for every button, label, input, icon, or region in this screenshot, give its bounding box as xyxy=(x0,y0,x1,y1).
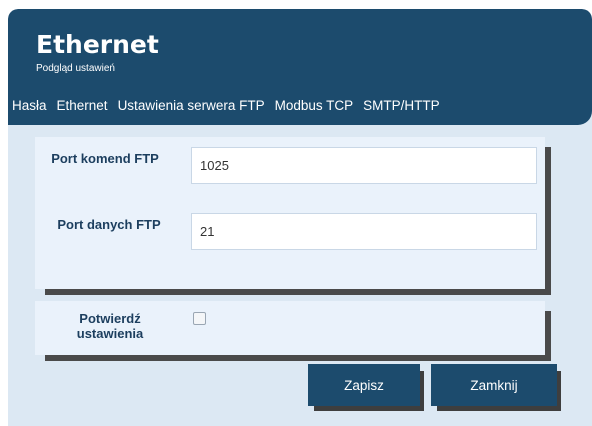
command-port-label: Port komend FTP xyxy=(51,151,159,166)
close-button[interactable]: Zamknij xyxy=(431,364,557,406)
tab-smtp-http[interactable]: SMTP/HTTP xyxy=(363,98,440,113)
save-button[interactable]: Zapisz xyxy=(308,364,420,406)
page-subtitle: Podgląd ustawień xyxy=(36,63,115,74)
confirm-card: Potwierdź ustawienia xyxy=(35,301,545,355)
confirm-label-line2: ustawienia xyxy=(76,326,144,341)
command-port-input[interactable] xyxy=(191,147,537,184)
data-port-label: Port danych FTP xyxy=(57,217,161,232)
settings-panel: Ethernet Podgląd ustawień Hasła Ethernet… xyxy=(8,9,592,426)
ftp-ports-card: Port komend FTP Port danych FTP xyxy=(35,137,545,289)
tab-bar: Hasła Ethernet Ustawienia serwera FTP Mo… xyxy=(12,95,450,115)
page-title: Ethernet xyxy=(36,30,159,59)
confirm-settings-label: Potwierdź ustawienia xyxy=(55,311,165,341)
data-port-input[interactable] xyxy=(191,213,537,250)
tab-modbus-tcp[interactable]: Modbus TCP xyxy=(275,98,354,113)
tab-ftp-server-settings[interactable]: Ustawienia serwera FTP xyxy=(118,98,265,113)
tab-passwords[interactable]: Hasła xyxy=(12,98,47,113)
confirm-label-line1: Potwierdź xyxy=(79,311,141,326)
confirm-settings-checkbox[interactable] xyxy=(193,312,206,325)
tab-ethernet[interactable]: Ethernet xyxy=(57,98,108,113)
panel-header: Ethernet Podgląd ustawień Hasła Ethernet… xyxy=(8,9,592,125)
